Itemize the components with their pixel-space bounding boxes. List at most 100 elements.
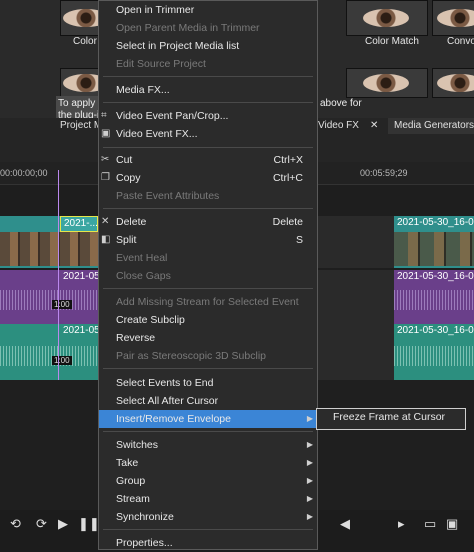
tab-close-icon[interactable]: ✕	[370, 118, 378, 134]
delete-x-icon: ✕	[101, 216, 110, 227]
timeline-cursor[interactable]	[58, 170, 59, 380]
menu-item-split[interactable]: ◧ Split S	[99, 231, 317, 249]
shortcut-label: Ctrl+C	[272, 172, 303, 184]
audio-waveform	[394, 290, 474, 310]
menu-item-group[interactable]: Group ▶	[99, 472, 317, 490]
menu-item-label: Select All After Cursor	[116, 395, 219, 407]
menu-item-select-events-to-end[interactable]: Select Events to End	[99, 374, 317, 392]
menu-item-label: Cut	[116, 154, 133, 166]
tab-project-media[interactable]: Project M	[60, 118, 102, 134]
audio-clip[interactable]: 2021-05 1:00	[0, 324, 98, 380]
fx-thumbnail-color[interactable]	[60, 0, 102, 36]
play-icon[interactable]: ▶	[58, 516, 68, 532]
shortcut-label: Delete	[272, 216, 303, 228]
menu-item-cut[interactable]: ✂ Cut Ctrl+X	[99, 151, 317, 169]
audio-clip[interactable]: 2021-05-30_16-08-...	[394, 270, 474, 324]
menu-item-reverse[interactable]: Reverse	[99, 329, 317, 347]
context-menu: Open in Trimmer Open Parent Media in Tri…	[98, 0, 318, 550]
submenu-item-freeze-frame[interactable]: Freeze Frame at Cursor	[333, 411, 445, 423]
menu-item-pan-crop[interactable]: ⌗ Video Event Pan/Crop...	[99, 107, 317, 125]
tab-video-fx[interactable]: Video FX	[318, 118, 359, 134]
audio-waveform	[0, 346, 98, 366]
menu-item-paste-event-attributes: Paste Event Attributes	[99, 187, 317, 205]
copy-icon: ❐	[101, 172, 110, 183]
menu-item-video-event-fx[interactable]: ▣ Video Event FX...	[99, 125, 317, 143]
pause-icon[interactable]: ❚❚	[78, 516, 100, 532]
clip-thumbnails	[0, 232, 98, 266]
fx-label-color: Color	[73, 36, 97, 47]
menu-separator	[103, 76, 313, 77]
audio-clip[interactable]: 2021-05-30_16-08-...	[394, 324, 474, 380]
menu-item-label: Group	[116, 475, 146, 487]
submenu-arrow-icon: ▶	[306, 512, 313, 521]
menu-item-label: Create Subclip	[116, 314, 185, 326]
menu-separator	[103, 208, 313, 209]
menu-item-label: Synchronize	[116, 511, 174, 523]
menu-item-label: Close Gaps	[116, 270, 171, 282]
menu-item-add-missing-stream: Add Missing Stream for Selected Event	[99, 293, 317, 311]
fx-icon: ▣	[101, 128, 111, 139]
clip-title: 2021-05-30_16-08-...	[397, 217, 474, 228]
menu-item-label: Stream	[116, 493, 150, 505]
eye-image	[363, 74, 409, 92]
next-frame-icon[interactable]: ▸	[398, 516, 405, 532]
shortcut-label: S	[295, 234, 303, 246]
previous-frame-icon[interactable]: ◀	[340, 516, 350, 532]
fx-thumbnail-convolution[interactable]	[432, 0, 474, 36]
clip-title: 2021-...	[60, 216, 98, 232]
menu-item-open-in-trimmer[interactable]: Open in Trimmer	[99, 1, 317, 19]
menu-item-label: Take	[116, 457, 139, 469]
menu-item-insert-remove-envelope[interactable]: Insert/Remove Envelope ▶	[99, 410, 317, 428]
fx-thumbnail[interactable]	[432, 68, 474, 98]
fx-thumbnail[interactable]	[60, 68, 102, 98]
menu-item-delete[interactable]: ✕ Delete Delete	[99, 213, 317, 231]
eye-image	[363, 9, 409, 27]
menu-item-label: Video Event Pan/Crop...	[116, 110, 229, 122]
menu-separator	[103, 288, 313, 289]
clip-title: 2021-05	[63, 271, 98, 282]
scissors-icon: ✂	[101, 154, 110, 165]
menu-item-take[interactable]: Take ▶	[99, 454, 317, 472]
menu-item-copy[interactable]: ❐ Copy Ctrl+C	[99, 169, 317, 187]
menu-item-pair-stereoscopic: Pair as Stereoscopic 3D Subclip	[99, 347, 317, 365]
loop-icon[interactable]: ⟲	[10, 516, 21, 532]
menu-item-label: Pair as Stereoscopic 3D Subclip	[116, 350, 266, 362]
menu-item-switches[interactable]: Switches ▶	[99, 436, 317, 454]
clip-thumbnails	[394, 232, 474, 266]
video-clip[interactable]: 2021-05-30_16-08-...	[394, 216, 474, 268]
menu-item-stream[interactable]: Stream ▶	[99, 490, 317, 508]
menu-item-label: Reverse	[116, 332, 156, 344]
menu-item-select-in-project-media[interactable]: Select in Project Media list	[99, 37, 317, 55]
menu-item-media-fx[interactable]: Media FX...	[99, 81, 317, 99]
submenu-arrow-icon: ▶	[306, 458, 313, 467]
play-from-start-icon[interactable]: ⟳	[36, 516, 47, 532]
split-icon: ◧	[101, 234, 111, 245]
video-clip[interactable]: 2021-...	[0, 216, 98, 268]
menu-item-label: Split	[116, 234, 137, 246]
menu-item-properties[interactable]: Properties...	[99, 534, 317, 552]
marker-icon[interactable]: ▣	[446, 516, 458, 532]
menu-item-create-subclip[interactable]: Create Subclip	[99, 311, 317, 329]
menu-item-synchronize[interactable]: Synchronize ▶	[99, 508, 317, 526]
crop-icon: ⌗	[101, 110, 107, 121]
submenu-arrow-icon: ▶	[306, 440, 313, 449]
menu-item-label: Media FX...	[116, 84, 170, 96]
menu-item-select-all-after-cursor[interactable]: Select All After Cursor	[99, 392, 317, 410]
marker-label: 1:00	[52, 300, 72, 309]
menu-separator	[103, 368, 313, 369]
audio-clip[interactable]: 2021-05 1:00	[0, 270, 98, 324]
fx-label-color-match: Color Match	[365, 36, 419, 47]
comment-icon[interactable]: ▭	[424, 516, 436, 532]
tab-media-generators[interactable]: Media Generators	[388, 118, 474, 134]
ruler-time-start: 00:00:00;00	[0, 168, 48, 178]
audio-waveform	[394, 346, 474, 366]
menu-item-label: Select in Project Media list	[116, 40, 240, 52]
menu-item-label: Paste Event Attributes	[116, 190, 220, 202]
submenu-arrow-icon: ▶	[306, 476, 313, 485]
fx-thumbnail[interactable]	[346, 68, 428, 98]
fx-thumbnail-color-match[interactable]	[346, 0, 428, 36]
envelope-submenu: Freeze Frame at Cursor	[316, 408, 466, 430]
menu-item-label: Delete	[116, 216, 147, 228]
menu-item-label: Switches	[116, 439, 159, 451]
menu-item-event-heal: Event Heal	[99, 249, 317, 267]
